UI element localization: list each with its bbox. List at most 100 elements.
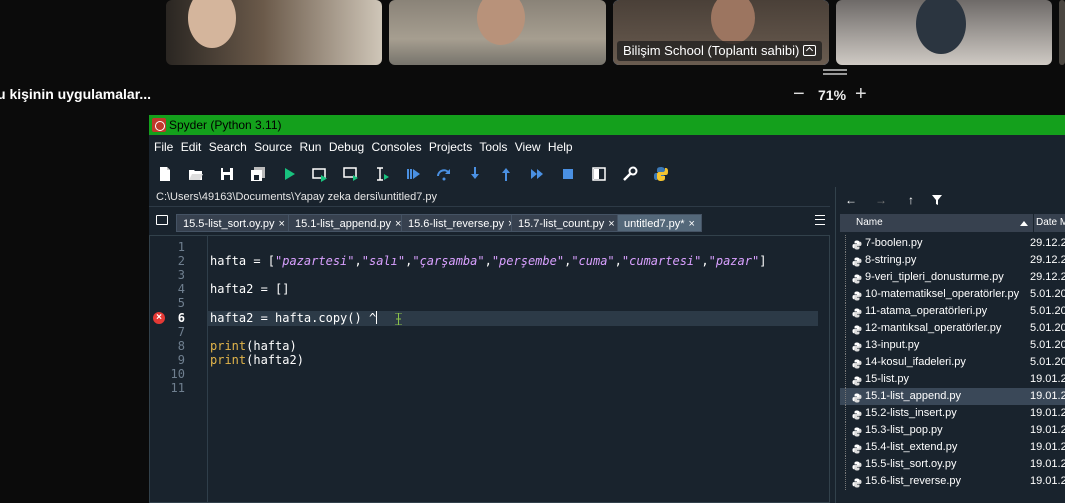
step-into-icon[interactable]: [467, 166, 483, 182]
file-name: 12-mantıksal_operatörler.py: [865, 322, 1002, 334]
participant-tile-1[interactable]: [166, 0, 382, 65]
tree-line: [845, 286, 851, 303]
file-row[interactable]: 13-input.py 5.01.202: [840, 337, 1065, 354]
file-row[interactable]: 15.1-list_append.py 19.01.20: [840, 388, 1065, 405]
menu-projects[interactable]: Projects: [429, 140, 472, 154]
file-row[interactable]: 12-mantıksal_operatörler.py 5.01.202: [840, 320, 1065, 337]
tree-line: [845, 456, 851, 473]
tab-untitled7[interactable]: untitled7.py* ×: [617, 214, 702, 232]
gallery-resize-handle[interactable]: [823, 69, 847, 75]
stop-debug-icon[interactable]: [560, 166, 576, 182]
participant-tile-4[interactable]: [836, 0, 1052, 65]
browse-tabs-icon[interactable]: [156, 215, 168, 225]
menu-edit[interactable]: Edit: [181, 140, 202, 154]
tab-list-reverse[interactable]: 15.6-list_reverse.py×: [401, 214, 522, 232]
parent-dir-icon[interactable]: ↑: [903, 192, 919, 208]
file-row[interactable]: 10-matematiksel_operatörler.py 5.01.202: [840, 286, 1065, 303]
zoom-out-button[interactable]: −: [793, 84, 805, 104]
file-date: 29.12.20: [1030, 237, 1065, 249]
file-date: 19.01.20: [1030, 475, 1065, 487]
line-number: 10: [170, 367, 185, 381]
line-number: 8: [177, 339, 185, 353]
tab-list-sort[interactable]: 15.5-list_sort.oy.py ×: [176, 214, 292, 232]
menu-consoles[interactable]: Consoles: [372, 140, 422, 154]
step-return-icon[interactable]: [498, 166, 514, 182]
step-over-icon[interactable]: [436, 166, 452, 182]
back-arrow-icon[interactable]: ←: [843, 192, 859, 208]
code-line-6: hafta2 = hafta.copy() ^: [210, 311, 378, 325]
files-header[interactable]: Name Date Mo: [840, 214, 1065, 232]
file-row[interactable]: 8-string.py 29.12.20: [840, 252, 1065, 269]
file-row[interactable]: 15-list.py 19.01.20: [840, 371, 1065, 388]
file-row[interactable]: 7-boolen.py 29.12.20: [840, 235, 1065, 252]
file-row[interactable]: 15.5-list_sort.oy.py 19.01.20: [840, 456, 1065, 473]
python-file-icon: [852, 392, 862, 403]
python-file-icon: [852, 341, 862, 352]
participant-tile-2[interactable]: [389, 0, 606, 65]
menu-help[interactable]: Help: [548, 140, 573, 154]
file-row[interactable]: 14-kosul_ifadeleri.py 5.01.202: [840, 354, 1065, 371]
python-file-icon: [852, 375, 862, 386]
forward-arrow-icon[interactable]: →: [873, 192, 889, 208]
run-icon[interactable]: [281, 166, 297, 182]
python-file-icon: [852, 443, 862, 454]
title-bar: Spyder (Python 3.11): [149, 115, 1065, 135]
save-all-icon[interactable]: [250, 166, 266, 182]
python-file-icon: [852, 426, 862, 437]
file-row[interactable]: 11-atama_operatörleri.py 5.01.202: [840, 303, 1065, 320]
code-line-8: print(hafta): [210, 339, 297, 353]
file-row[interactable]: 15.4-list_extend.py 19.01.20: [840, 439, 1065, 456]
file-name: 10-matematiksel_operatörler.py: [865, 288, 1020, 300]
continue-icon[interactable]: [529, 166, 545, 182]
save-icon[interactable]: [219, 166, 235, 182]
file-date: 19.01.20: [1030, 390, 1065, 402]
code-text-area[interactable]: hafta = ["pazartesi","salı","çarşamba","…: [207, 236, 829, 502]
filter-icon[interactable]: [929, 192, 945, 208]
file-row[interactable]: 15.2-lists_insert.py 19.01.20: [840, 405, 1065, 422]
tab-close-icon[interactable]: ×: [689, 218, 695, 230]
tree-line: [845, 439, 851, 456]
menu-file[interactable]: File: [154, 140, 173, 154]
zoom-level: 71%: [818, 87, 847, 103]
python-file-icon: [852, 273, 862, 284]
menu-view[interactable]: View: [515, 140, 541, 154]
debug-icon[interactable]: [405, 166, 421, 182]
tree-line: [845, 354, 851, 371]
tree-line: [845, 303, 851, 320]
run-cell-advance-icon[interactable]: [343, 166, 359, 182]
name-column-header[interactable]: Name: [856, 214, 883, 232]
preferences-icon[interactable]: [622, 166, 638, 182]
file-date: 5.01.202: [1030, 339, 1065, 351]
line-number: 9: [177, 353, 185, 367]
participant-tile-host[interactable]: Bilişim School (Toplantı sahibi): [613, 0, 829, 65]
file-row[interactable]: 9-veri_tipleri_donusturme.py 29.12.20: [840, 269, 1065, 286]
maximize-pane-icon[interactable]: [591, 166, 607, 182]
date-column-header[interactable]: Date Mo: [1033, 214, 1065, 232]
file-name: 13-input.py: [865, 339, 920, 351]
participant-tile-5[interactable]: [1059, 0, 1065, 65]
open-file-icon[interactable]: [188, 166, 204, 182]
file-row[interactable]: 15.6-list_reverse.py 19.01.20: [840, 473, 1065, 490]
menu-source[interactable]: Source: [254, 140, 292, 154]
run-cell-icon[interactable]: [312, 166, 328, 182]
tab-options-menu-icon[interactable]: [815, 215, 825, 225]
menu-tools[interactable]: Tools: [479, 140, 507, 154]
run-selection-icon[interactable]: [374, 166, 390, 182]
new-file-icon[interactable]: [157, 166, 173, 182]
line-number: 7: [177, 325, 185, 339]
tab-list-append[interactable]: 15.1-list_append.py ×: [288, 214, 409, 232]
menu-search[interactable]: Search: [209, 140, 247, 154]
file-date: 29.12.20: [1030, 271, 1065, 283]
file-row[interactable]: 15.3-list_pop.py 19.01.20: [840, 422, 1065, 439]
tab-close-icon[interactable]: ×: [279, 218, 285, 230]
code-editor[interactable]: 1 2 3 4 5 × 6 7 8 9 10 11 hafta = ["paza…: [149, 235, 830, 503]
menu-run[interactable]: Run: [299, 140, 321, 154]
tab-close-icon[interactable]: ×: [608, 218, 614, 230]
zoom-in-button[interactable]: +: [855, 84, 867, 104]
menu-debug[interactable]: Debug: [329, 140, 364, 154]
code-line-4: hafta2 = []: [210, 282, 290, 296]
python-file-icon: [852, 290, 862, 301]
python-path-icon[interactable]: [653, 166, 669, 182]
python-file-icon: [852, 358, 862, 369]
tab-list-count[interactable]: 15.7-list_count.py ×: [511, 214, 622, 232]
